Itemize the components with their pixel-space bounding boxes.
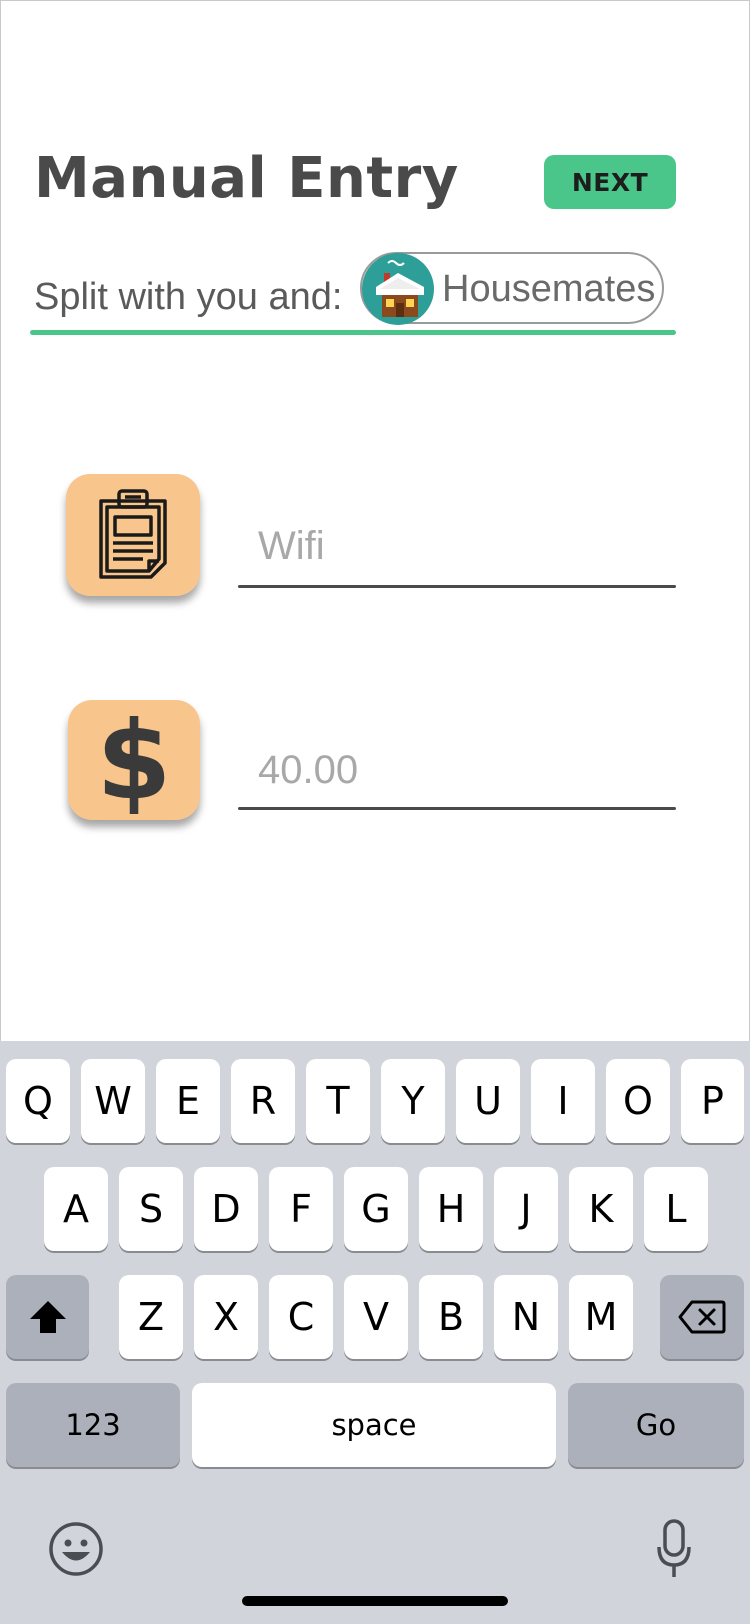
- delete-key[interactable]: [660, 1275, 744, 1359]
- key-o[interactable]: O: [606, 1059, 670, 1143]
- key-j[interactable]: J: [494, 1167, 558, 1251]
- next-button[interactable]: NEXT: [544, 155, 676, 209]
- numbers-key[interactable]: 123: [6, 1383, 180, 1467]
- key-c[interactable]: C: [269, 1275, 333, 1359]
- emoji-icon[interactable]: [48, 1521, 104, 1577]
- key-r[interactable]: R: [231, 1059, 295, 1143]
- keyboard: Q W E R T Y U I O P A S D F G H J K L Z …: [0, 1041, 750, 1624]
- key-e[interactable]: E: [156, 1059, 220, 1143]
- backspace-icon: [678, 1300, 726, 1334]
- key-m[interactable]: M: [569, 1275, 633, 1359]
- home-indicator: [242, 1596, 508, 1606]
- key-d[interactable]: D: [194, 1167, 258, 1251]
- key-z[interactable]: Z: [119, 1275, 183, 1359]
- key-l[interactable]: L: [644, 1167, 708, 1251]
- key-s[interactable]: S: [119, 1167, 183, 1251]
- key-y[interactable]: Y: [381, 1059, 445, 1143]
- split-divider: [30, 330, 676, 335]
- key-t[interactable]: T: [306, 1059, 370, 1143]
- page-title: Manual Entry: [34, 146, 459, 211]
- description-underline: [238, 585, 676, 588]
- key-a[interactable]: A: [44, 1167, 108, 1251]
- key-g[interactable]: G: [344, 1167, 408, 1251]
- key-v[interactable]: V: [344, 1275, 408, 1359]
- key-p[interactable]: P: [681, 1059, 744, 1143]
- description-input[interactable]: Wifi: [258, 524, 325, 569]
- key-i[interactable]: I: [531, 1059, 595, 1143]
- go-key[interactable]: Go: [568, 1383, 744, 1467]
- shift-key[interactable]: [6, 1275, 89, 1359]
- key-k[interactable]: K: [569, 1167, 633, 1251]
- amount-input[interactable]: 40.00: [258, 748, 358, 793]
- key-w[interactable]: W: [81, 1059, 145, 1143]
- space-key[interactable]: space: [192, 1383, 556, 1467]
- chip-label: Housemates: [442, 268, 656, 310]
- key-f[interactable]: F: [269, 1167, 333, 1251]
- split-label: Split with you and:: [34, 276, 343, 318]
- house-icon: [362, 253, 434, 325]
- key-n[interactable]: N: [494, 1275, 558, 1359]
- dollar-symbol: $: [96, 699, 172, 824]
- key-h[interactable]: H: [419, 1167, 483, 1251]
- microphone-icon[interactable]: [656, 1519, 692, 1581]
- shift-icon: [29, 1301, 66, 1333]
- key-q[interactable]: Q: [6, 1059, 70, 1143]
- dollar-icon: $: [68, 700, 200, 820]
- clipboard-icon: [66, 474, 200, 596]
- key-b[interactable]: B: [419, 1275, 483, 1359]
- amount-underline: [238, 807, 676, 810]
- key-x[interactable]: X: [194, 1275, 258, 1359]
- key-u[interactable]: U: [456, 1059, 520, 1143]
